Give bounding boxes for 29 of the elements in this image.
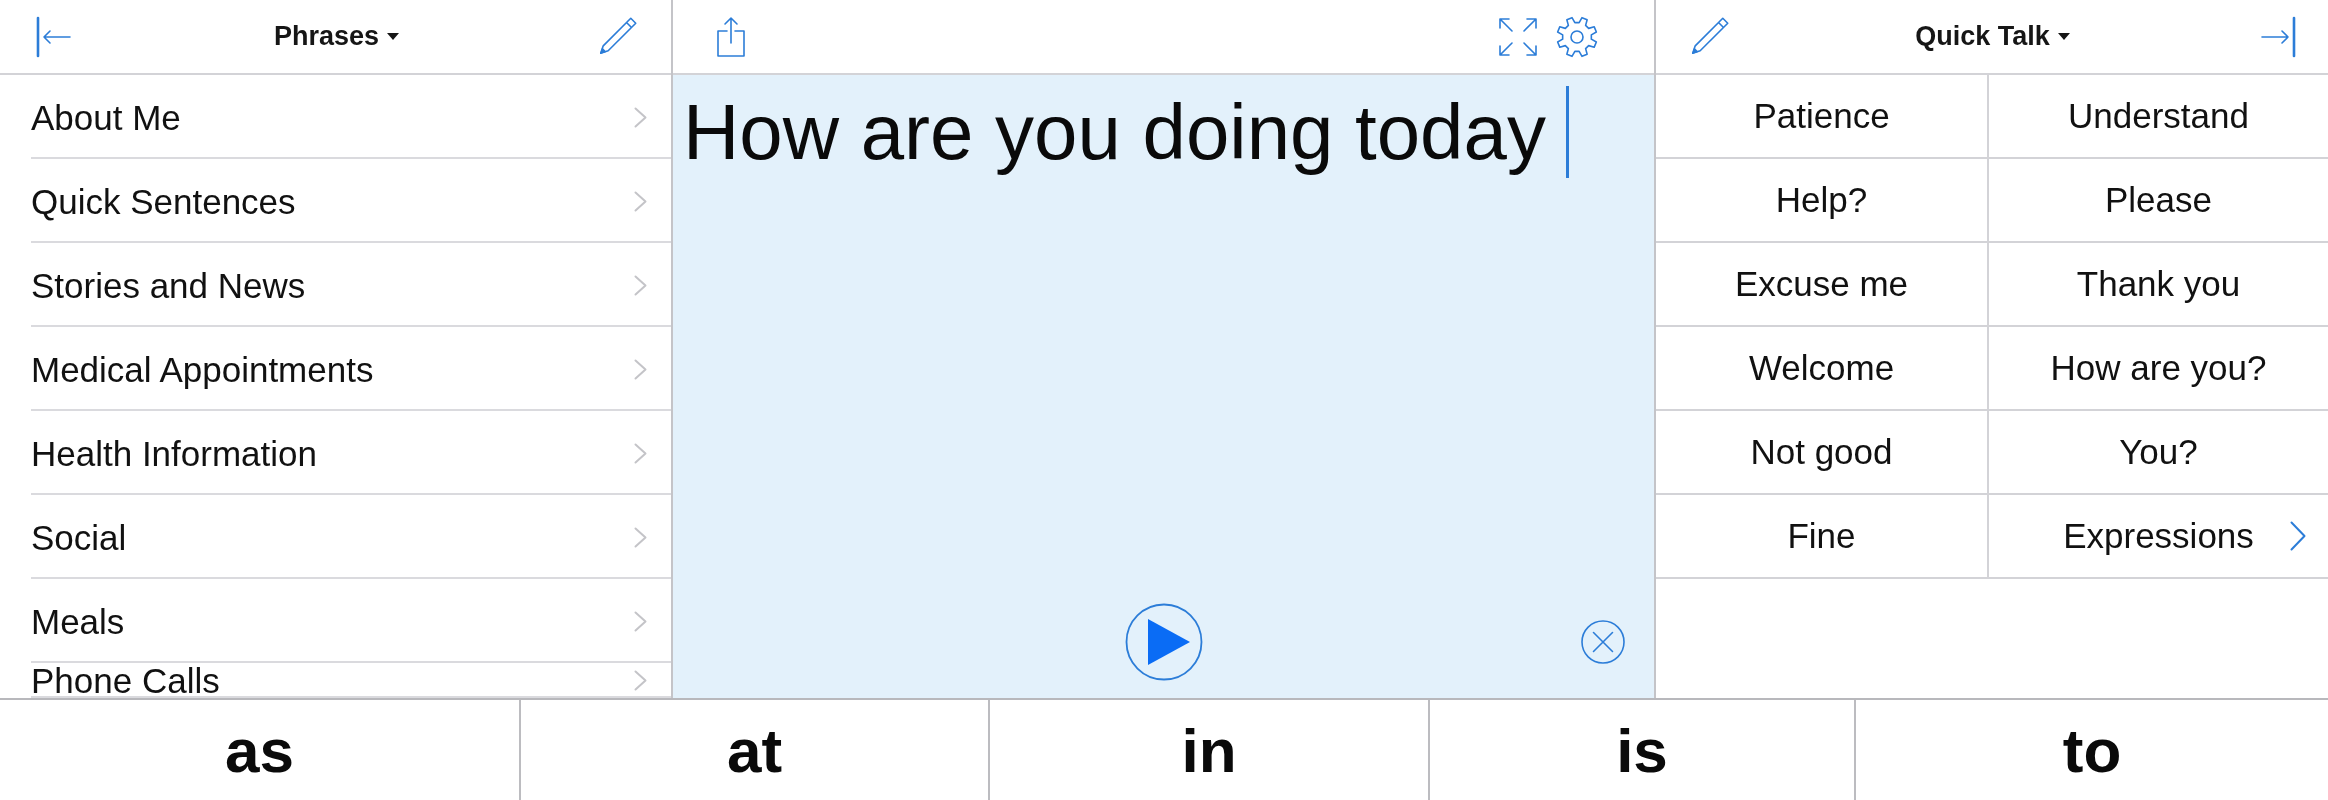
phrase-button[interactable]: Not good [1656,411,1989,495]
phrase-button[interactable]: Patience [1656,75,1989,159]
fullscreen-icon[interactable] [1499,17,1537,56]
pencil-icon[interactable] [1689,16,1729,57]
title-dropdown[interactable]: Phrases [267,17,406,56]
phrase-button[interactable]: Excuse me [1656,243,1989,327]
text-input-field[interactable]: How are you doing today [673,75,1654,698]
chevron-right-icon [2290,521,2306,551]
chevron-right-icon [634,526,647,548]
chevron-right-icon [634,190,647,212]
chevron-right-icon [634,610,647,632]
collapse-panel-icon[interactable] [36,16,71,57]
chevron-right-icon [634,274,647,296]
play-icon[interactable] [1124,603,1203,681]
pencil-icon[interactable] [597,16,637,57]
chevron-right-icon [634,358,647,380]
phrase-button[interactable]: Fine [1656,495,1989,579]
chevron-right-icon [634,106,647,128]
caret-icon [387,33,400,40]
clear-icon[interactable] [1581,620,1625,664]
chevron-right-icon [634,670,647,691]
phrase-button[interactable]: Welcome [1656,327,1989,411]
caret-icon [2057,33,2070,40]
share-icon[interactable] [717,16,745,57]
chevron-right-icon [634,442,647,464]
title-dropdown[interactable]: Quick Talk [1909,17,2076,56]
settings-icon[interactable] [1557,16,1597,57]
collapse-panel-icon[interactable] [2261,16,2296,57]
phrase-button[interactable]: Help? [1656,159,1989,243]
